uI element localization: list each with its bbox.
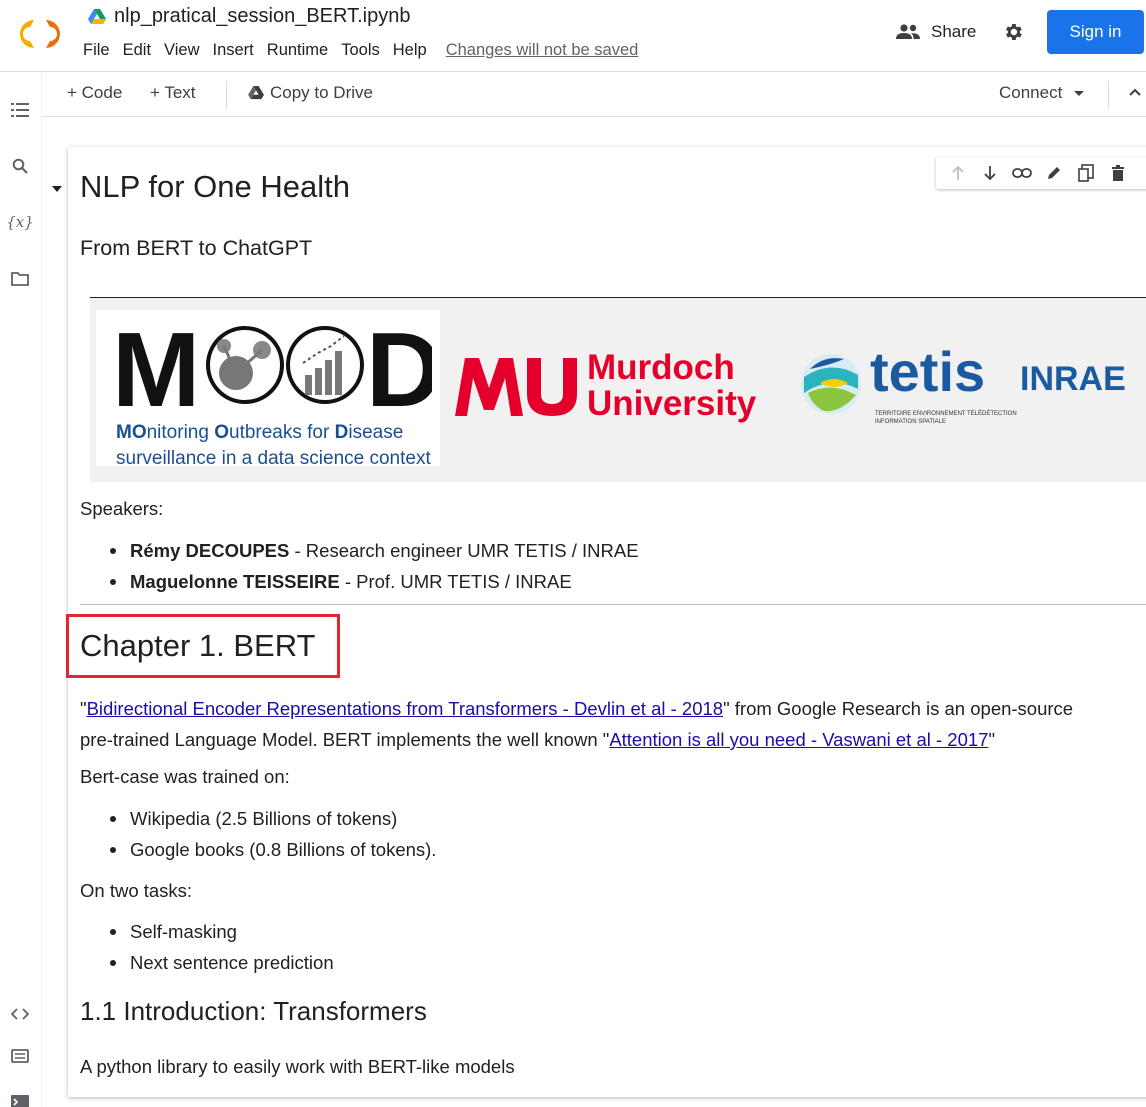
link-icon[interactable] <box>1012 163 1032 183</box>
sign-in-button[interactable]: Sign in <box>1047 10 1144 54</box>
list-item: Google books (0.8 Billions of tokens). <box>109 834 436 865</box>
left-sidebar: {x} <box>0 73 42 1107</box>
section-heading: 1.1 Introduction: Transformers <box>80 996 427 1026</box>
partner-logos-banner: M D MOnitoring Outbreaks for Disease sur… <box>90 298 1146 482</box>
tasks-list: Self-masking Next sentence prediction <box>110 916 334 978</box>
notebook-heading: NLP for One Health <box>80 169 350 204</box>
tetis-wordmark: tetis <box>870 340 986 403</box>
variables-icon[interactable]: {x} <box>6 211 34 233</box>
chevron-down-icon <box>1074 90 1085 96</box>
menu-help[interactable]: Help <box>393 41 427 60</box>
menu-tools[interactable]: Tools <box>341 41 380 60</box>
collapse-section-icon[interactable] <box>52 186 62 192</box>
search-icon[interactable] <box>9 155 31 177</box>
list-item: Wikipedia (2.5 Billions of tokens) <box>109 803 436 834</box>
colab-logo[interactable] <box>12 14 68 54</box>
files-icon[interactable] <box>9 268 31 290</box>
app-header: nlp_pratical_session_BERT.ipynb File Edi… <box>0 0 1146 72</box>
devlin-paper-link[interactable]: Bidirectional Encoder Representations fr… <box>87 698 723 719</box>
mood-tagline: MOnitoring Outbreaks for Disease <box>116 422 404 443</box>
terminal-icon[interactable] <box>9 1091 31 1107</box>
toolbar-divider <box>226 81 227 109</box>
bert-description: "Bidirectional Encoder Representations f… <box>80 698 1074 750</box>
notebook-title[interactable]: nlp_pratical_session_BERT.ipynb <box>114 5 410 28</box>
people-icon <box>896 24 920 39</box>
menu-insert[interactable]: Insert <box>213 41 254 60</box>
settings-button[interactable] <box>1000 19 1026 45</box>
training-corpus-list: Wikipedia (2.5 Billions of tokens) Googl… <box>109 803 436 865</box>
svg-text:M: M <box>112 318 200 413</box>
menu-view[interactable]: View <box>164 41 199 60</box>
connect-label: Connect <box>999 83 1063 102</box>
list-item: Next sentence prediction <box>110 947 334 978</box>
delete-icon[interactable] <box>1108 163 1128 183</box>
speaker-name: Rémy DECOUPES <box>130 540 290 561</box>
mood-tagline-2: surveillance in a data science context <box>116 448 431 469</box>
list-item: Maguelonne TEISSEIRE - Prof. UMR TETIS /… <box>110 566 639 597</box>
mood-logo-mark: M D <box>112 318 432 413</box>
svg-text:D: D <box>366 318 432 413</box>
notebook-subtitle: From BERT to ChatGPT <box>80 236 313 260</box>
mood-logo: M D MOnitoring Outbreaks for Disease sur… <box>96 310 440 469</box>
notebook-toolbar: + Code + Text Copy to Drive Connect <box>42 73 1146 117</box>
move-up-icon[interactable] <box>948 163 968 183</box>
menu-file[interactable]: File <box>83 41 110 60</box>
intro-text: A python library to easily work with BER… <box>80 1056 515 1077</box>
speakers-label: Speakers: <box>80 498 164 519</box>
drive-icon <box>88 9 106 24</box>
cell-toolbar <box>936 157 1146 189</box>
table-of-contents-icon[interactable] <box>9 99 31 121</box>
tetis-tagline: TERRITOIRE ENVIRONNEMENT TÉLÉDÉTECTION I… <box>875 411 1017 425</box>
add-code-button[interactable]: + Code <box>67 83 122 103</box>
move-down-icon[interactable] <box>980 163 1000 183</box>
connect-button[interactable]: Connect <box>999 83 1085 103</box>
gear-icon <box>1006 24 1022 40</box>
list-item: Rémy DECOUPES - Research engineer UMR TE… <box>110 535 639 566</box>
speaker-role: - Prof. UMR TETIS / INRAE <box>339 571 572 592</box>
murdoch-wordmark-2: University <box>587 384 757 423</box>
edit-icon[interactable] <box>1044 163 1064 183</box>
divider <box>80 604 1146 605</box>
tasks-label: On two tasks: <box>80 880 193 901</box>
code-snippets-icon[interactable] <box>9 1003 31 1025</box>
chapter-heading: Chapter 1. BERT <box>80 628 316 663</box>
more-options-icon[interactable] <box>1140 163 1146 183</box>
drive-icon <box>248 86 264 100</box>
speakers-list: Rémy DECOUPES - Research engineer UMR TE… <box>110 535 639 597</box>
menu-edit[interactable]: Edit <box>123 41 151 60</box>
mirror-cell-icon[interactable] <box>1076 163 1096 183</box>
share-label: Share <box>931 22 977 41</box>
trained-on-label: Bert-case was trained on: <box>80 766 290 787</box>
chevron-up-icon[interactable] <box>1128 87 1142 97</box>
menu-bar: File Edit View Insert Runtime Tools Help… <box>83 41 638 60</box>
add-text-button[interactable]: + Text <box>150 83 196 103</box>
list-item: Self-masking <box>110 916 334 947</box>
menu-runtime[interactable]: Runtime <box>267 41 328 60</box>
copy-to-drive-button[interactable]: Copy to Drive <box>248 83 373 103</box>
murdoch-wordmark: Murdoch <box>587 348 735 387</box>
murdoch-mu-logo <box>455 358 577 416</box>
speaker-name: Maguelonne TEISSEIRE <box>130 571 340 592</box>
vaswani-paper-link[interactable]: Attention is all you need - Vaswani et a… <box>609 729 988 750</box>
tetis-logo-mark <box>801 354 861 414</box>
speaker-role: - Research engineer UMR TETIS / INRAE <box>289 540 639 561</box>
share-button[interactable]: Share <box>895 18 976 46</box>
inrae-wordmark: INRAE <box>1020 360 1126 398</box>
copy-to-drive-label: Copy to Drive <box>270 83 373 102</box>
command-palette-icon[interactable] <box>9 1045 31 1067</box>
unsaved-notice-link[interactable]: Changes will not be saved <box>446 41 639 60</box>
toolbar-divider <box>1108 81 1109 109</box>
